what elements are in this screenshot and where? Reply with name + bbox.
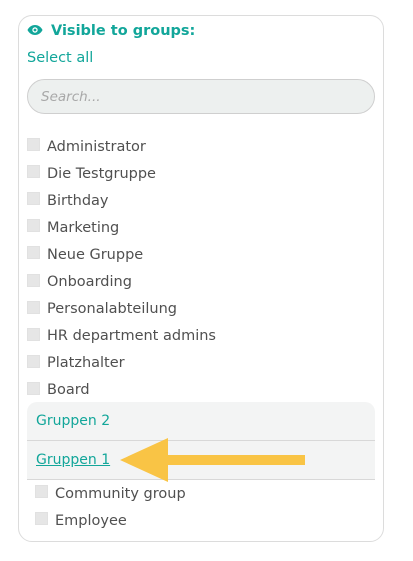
group-label: Board: [47, 382, 90, 399]
group-label: Marketing: [47, 219, 120, 236]
group-item-board[interactable]: Board: [27, 377, 216, 404]
group-label: Platzhalter: [47, 355, 125, 372]
subgroup-gruppen-2[interactable]: Gruppen 2: [36, 413, 110, 429]
group-checkbox[interactable]: [27, 165, 40, 179]
group-checkbox[interactable]: [27, 354, 40, 368]
arrow-left-icon: [118, 436, 308, 492]
group-label: Neue Gruppe: [47, 246, 144, 263]
panel-header: Visible to groups:: [27, 21, 195, 40]
group-label: Administrator: [47, 138, 146, 155]
group-checkbox[interactable]: [27, 300, 40, 314]
group-label: Personalabteilung: [47, 301, 177, 318]
group-checkbox[interactable]: [27, 246, 40, 260]
group-checkbox[interactable]: [27, 273, 40, 287]
search-input[interactable]: [27, 79, 375, 114]
group-label: HR department admins: [47, 328, 216, 345]
group-item-marketing[interactable]: Marketing: [27, 214, 216, 241]
select-all-link[interactable]: Select all: [27, 50, 93, 66]
panel-title: Visible to groups:: [51, 22, 196, 39]
group-label: Birthday: [47, 192, 109, 209]
group-checkbox[interactable]: [27, 381, 40, 395]
group-item-neue-gruppe[interactable]: Neue Gruppe: [27, 241, 216, 268]
group-item-onboarding[interactable]: Onboarding: [27, 268, 216, 295]
eye-icon: [27, 21, 43, 40]
group-label: Employee: [55, 512, 127, 529]
group-checkbox[interactable]: [27, 192, 40, 206]
group-item-hr-department-admins[interactable]: HR department admins: [27, 323, 216, 350]
group-item-personalabteilung[interactable]: Personalabteilung: [27, 296, 216, 323]
group-item-die-testgruppe[interactable]: Die Testgruppe: [27, 160, 216, 187]
group-list: Administrator Die Testgruppe Birthday Ma…: [27, 133, 216, 404]
subgroup-gruppen-1[interactable]: Gruppen 1: [36, 452, 110, 468]
group-item-administrator[interactable]: Administrator: [27, 133, 216, 160]
group-checkbox[interactable]: [35, 485, 48, 499]
group-item-birthday[interactable]: Birthday: [27, 187, 216, 214]
group-checkbox[interactable]: [27, 138, 40, 152]
group-item-platzhalter[interactable]: Platzhalter: [27, 350, 216, 377]
subgroup-item-employee[interactable]: Employee: [35, 507, 186, 534]
group-label: Onboarding: [47, 274, 132, 291]
group-checkbox[interactable]: [27, 327, 40, 341]
group-checkbox[interactable]: [27, 219, 40, 233]
group-checkbox[interactable]: [35, 512, 48, 526]
group-label: Die Testgruppe: [47, 165, 156, 182]
